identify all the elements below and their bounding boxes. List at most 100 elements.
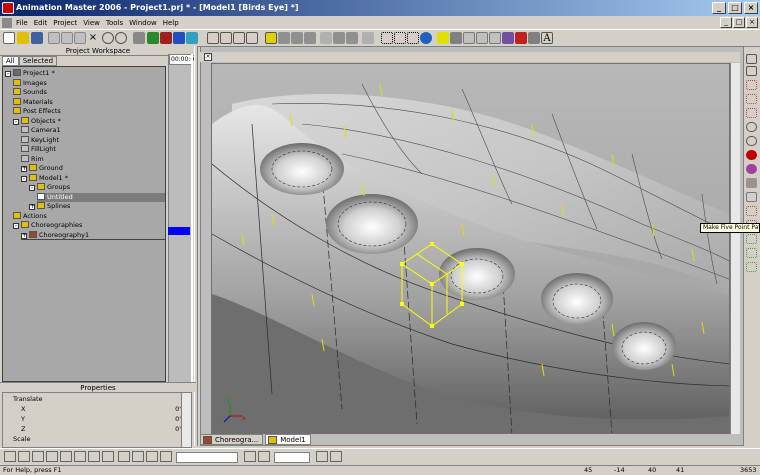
menu-window[interactable]: Window	[129, 19, 157, 27]
peak-tool-icon[interactable]	[746, 206, 757, 216]
tree-item[interactable]: + Splines	[29, 202, 165, 211]
lock-x-icon[interactable]	[4, 451, 16, 462]
lathe-icon[interactable]	[528, 32, 540, 44]
mdi-close-button[interactable]: ×	[746, 17, 758, 28]
globe-icon[interactable]	[420, 32, 432, 44]
viewport-vscrollbar[interactable]	[730, 63, 740, 434]
tree-item[interactable]: Sounds	[13, 88, 165, 97]
wire-icon[interactable]	[333, 32, 345, 44]
tree-item[interactable]: Camera1	[21, 126, 165, 135]
flip-normals-icon[interactable]	[746, 234, 757, 244]
close-button[interactable]: ×	[744, 2, 758, 14]
property-value[interactable]: 0'	[175, 425, 181, 434]
project-tree[interactable]: - Project1 * Images Sounds Materials Post Eff…	[2, 66, 166, 382]
tab-selected[interactable]: Selected	[18, 56, 58, 66]
lasso-icon[interactable]	[437, 32, 449, 44]
tab-choreography[interactable]: Choreogra...	[200, 434, 264, 445]
property-row[interactable]: Translate	[5, 395, 181, 404]
text-icon[interactable]: A	[541, 32, 553, 44]
bones-icon[interactable]	[291, 32, 303, 44]
tree-item[interactable]: Images	[13, 78, 165, 88]
bias-icon[interactable]	[515, 32, 527, 44]
menu-tools[interactable]: Tools	[106, 19, 123, 27]
time-field[interactable]	[274, 452, 310, 463]
tab-all[interactable]: All	[2, 56, 19, 66]
break-icon[interactable]	[746, 108, 757, 118]
lathe-icon[interactable]	[746, 122, 757, 132]
end-icon[interactable]	[160, 451, 172, 462]
lock-tool-icon[interactable]	[746, 178, 757, 188]
tree-item[interactable]: Rim	[21, 154, 165, 164]
menu-file[interactable]: File	[16, 19, 28, 27]
expand-toggle-icon[interactable]: -	[5, 71, 11, 77]
open-icon[interactable]	[17, 32, 29, 44]
tree-item[interactable]: Actions	[13, 211, 165, 221]
expand-toggle-icon[interactable]: -	[21, 175, 27, 182]
tree-item[interactable]: - Objects *	[13, 116, 165, 126]
peak-icon[interactable]	[502, 32, 514, 44]
render-icon[interactable]	[133, 32, 145, 44]
rotate-icon[interactable]	[407, 32, 419, 44]
record-icon[interactable]	[160, 32, 172, 44]
delete-icon[interactable]: ×	[87, 32, 99, 44]
pan-icon[interactable]	[220, 32, 232, 44]
zoom-icon[interactable]	[207, 32, 219, 44]
menu-view[interactable]: View	[83, 19, 100, 27]
menu-help[interactable]: Help	[163, 19, 179, 27]
material-icon[interactable]	[746, 164, 757, 174]
tree-item[interactable]: Post Effects	[13, 107, 165, 116]
tree-item[interactable]: - Choreographies	[13, 221, 165, 230]
expand-toggle-icon[interactable]: -	[13, 118, 19, 125]
scale-icon[interactable]	[394, 32, 406, 44]
turn-icon[interactable]	[233, 32, 245, 44]
expand-toggle-icon[interactable]: +	[21, 166, 27, 172]
frame-fwd-icon[interactable]	[102, 451, 114, 462]
key-icon[interactable]	[74, 451, 86, 462]
cut-icon[interactable]	[48, 32, 60, 44]
tree-item[interactable]: - Project1 *	[5, 69, 165, 78]
hide-tool-icon[interactable]	[746, 192, 757, 202]
viewport-close-icon[interactable]: ×	[204, 53, 212, 61]
hide-icon[interactable]	[489, 32, 501, 44]
frame-back-icon[interactable]	[88, 451, 100, 462]
menu-edit[interactable]: Edit	[34, 19, 48, 27]
tree-item[interactable]: KeyLight	[21, 135, 165, 145]
fit-icon[interactable]	[246, 32, 258, 44]
expand-toggle-icon[interactable]: +	[21, 232, 27, 239]
shaded-icon[interactable]	[346, 32, 358, 44]
next-key-icon[interactable]	[258, 451, 270, 462]
tree-item[interactable]: FillLight	[21, 145, 165, 154]
save-icon[interactable]	[31, 32, 43, 44]
add-spline-icon[interactable]	[463, 32, 475, 44]
lock-icon[interactable]	[476, 32, 488, 44]
paste-icon[interactable]	[74, 32, 86, 44]
select-tool-icon[interactable]	[746, 54, 757, 64]
speed-icon[interactable]	[330, 451, 342, 462]
loop-icon[interactable]	[316, 451, 328, 462]
tab-model1[interactable]: Model1	[265, 434, 311, 445]
mdi-restore-button[interactable]: □	[733, 17, 745, 28]
mdi-minimize-button[interactable]: _	[720, 17, 732, 28]
tree-item[interactable]: Untitled	[37, 192, 165, 202]
tree-item[interactable]: + Ground	[21, 164, 165, 173]
tree-item[interactable]: + Choreography1	[21, 230, 165, 240]
group-select-icon[interactable]	[746, 66, 757, 76]
extrude-icon[interactable]	[746, 136, 757, 146]
property-row[interactable]: Z 0'	[5, 425, 181, 434]
properties-scrollbar[interactable]	[181, 393, 191, 447]
expand-toggle-icon[interactable]: -	[13, 223, 19, 229]
expand-toggle-icon[interactable]: +	[29, 204, 35, 210]
property-row[interactable]: Scale	[5, 435, 181, 444]
menu-project[interactable]: Project	[53, 19, 77, 27]
rotate-lock-icon[interactable]	[60, 451, 72, 462]
bone-icon[interactable]	[746, 150, 757, 160]
property-row[interactable]: Y 0'	[5, 415, 181, 424]
group-icon[interactable]	[450, 32, 462, 44]
muscle-icon[interactable]	[304, 32, 316, 44]
render-options-icon[interactable]	[147, 32, 159, 44]
expand-toggle-icon[interactable]: -	[29, 185, 35, 191]
grid-icon[interactable]	[320, 32, 332, 44]
network-icon[interactable]	[186, 32, 198, 44]
scale-lock-icon[interactable]	[46, 451, 58, 462]
play-icon[interactable]	[132, 451, 144, 462]
